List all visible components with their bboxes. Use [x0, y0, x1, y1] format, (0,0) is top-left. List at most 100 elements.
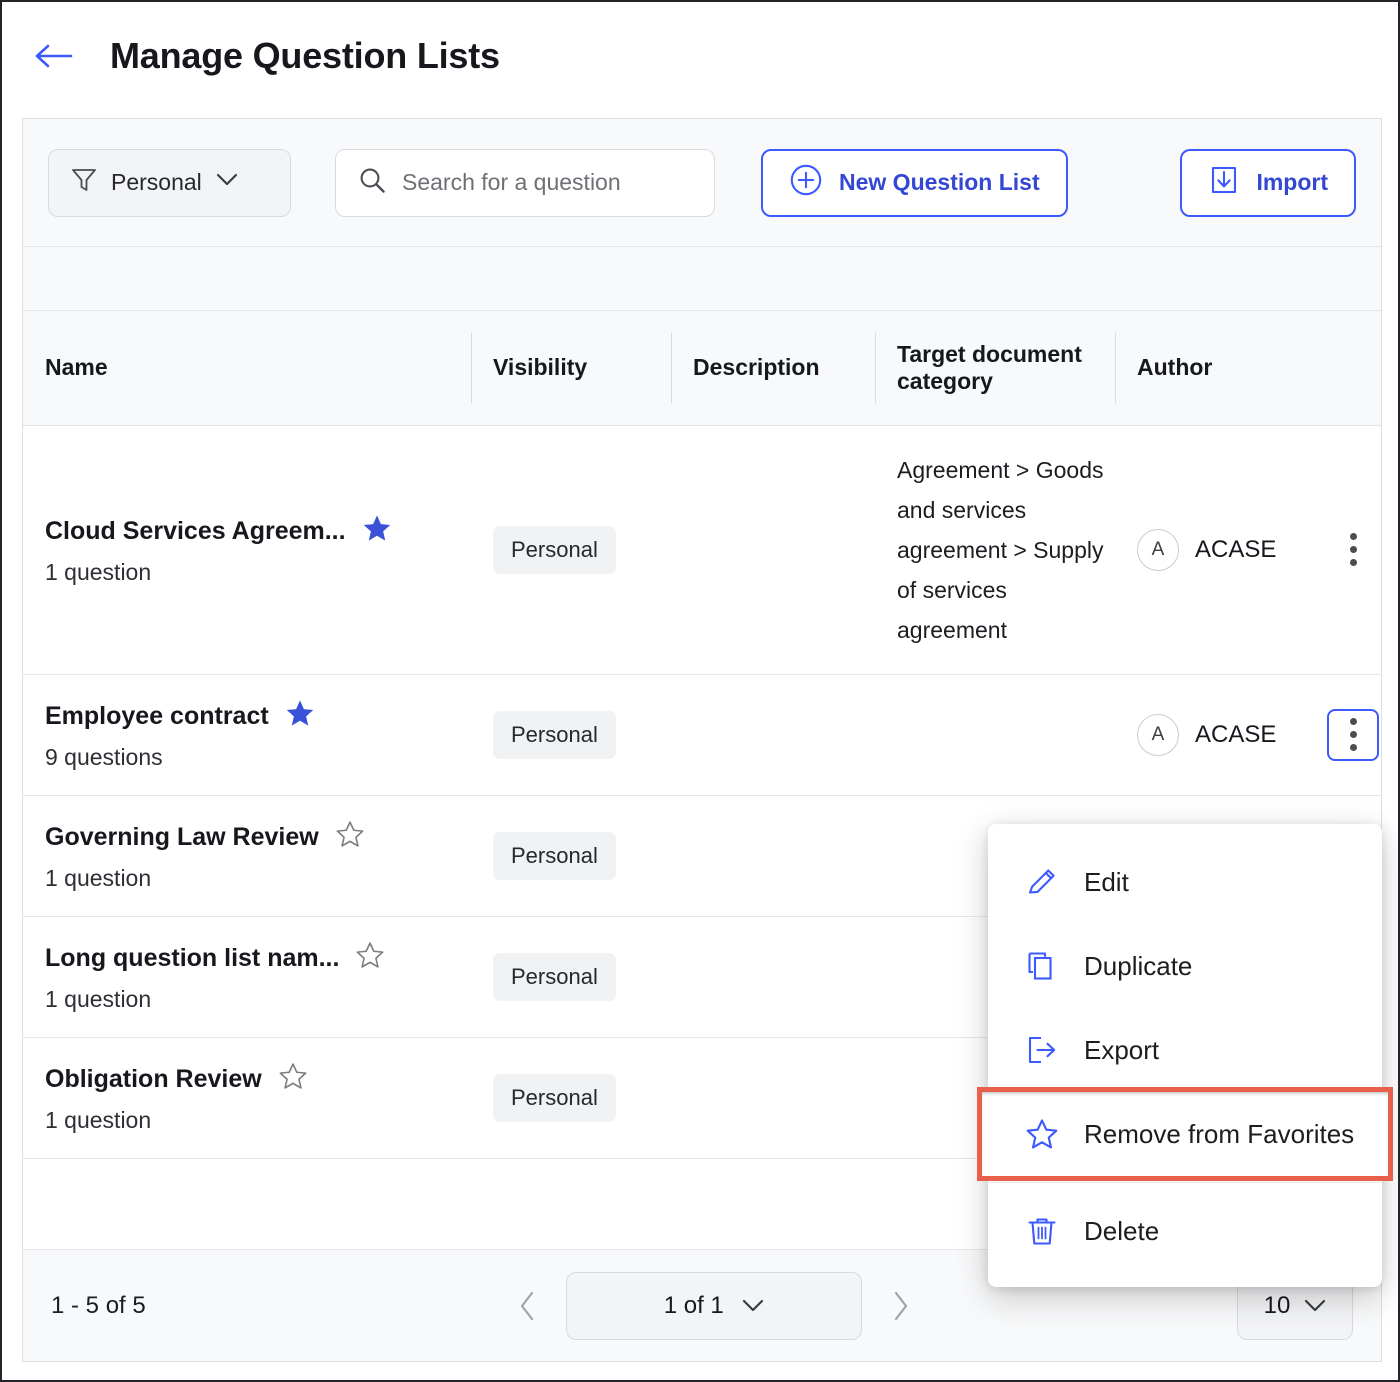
menu-item-label: Delete: [1084, 1216, 1159, 1247]
secondary-toolbar-strip: [23, 247, 1381, 311]
page-size-label: 10: [1264, 1292, 1291, 1320]
new-question-list-button[interactable]: New Question List: [761, 149, 1068, 217]
star-outline-icon[interactable]: [355, 941, 385, 976]
target-category-text: Agreement > Goods and services agreement…: [897, 450, 1115, 650]
row-question-count: 1 question: [45, 986, 471, 1013]
duplicate-icon: [1022, 949, 1062, 983]
menu-item-label: Duplicate: [1084, 951, 1192, 982]
filter-label: Personal: [111, 169, 202, 196]
manage-question-lists-page: Manage Question Lists Personal: [0, 0, 1400, 1382]
menu-divider: [988, 1182, 1382, 1183]
cell-name: Long question list nam... 1 question: [23, 916, 471, 1037]
cell-description: [671, 674, 875, 795]
cell-visibility: Personal: [471, 795, 671, 916]
menu-item-edit[interactable]: Edit: [988, 840, 1382, 924]
menu-item-label: Remove from Favorites: [1084, 1119, 1354, 1150]
plus-circle-icon: [789, 163, 823, 203]
chevron-right-icon[interactable]: [876, 1281, 926, 1331]
cell-visibility: Personal: [471, 1037, 671, 1158]
row-question-count: 9 questions: [45, 744, 471, 771]
funnel-icon: [71, 166, 97, 199]
cell-visibility: Personal: [471, 674, 671, 795]
back-arrow-icon[interactable]: [30, 33, 76, 79]
cell-author: A ACASE: [1115, 425, 1305, 674]
star-outline-icon: [1022, 1118, 1062, 1151]
author-name: ACASE: [1195, 536, 1276, 564]
chevron-down-icon: [216, 173, 238, 192]
chevron-down-icon: [1304, 1292, 1326, 1320]
cell-name: Obligation Review 1 question: [23, 1037, 471, 1158]
filter-dropdown[interactable]: Personal: [48, 149, 291, 217]
page-header: Manage Question Lists: [2, 2, 1398, 110]
export-icon: [1022, 1033, 1062, 1067]
menu-item-label: Export: [1084, 1035, 1159, 1066]
visibility-chip: Personal: [493, 1074, 616, 1122]
search-icon: [358, 166, 386, 199]
star-outline-icon[interactable]: [278, 1062, 308, 1097]
page-title: Manage Question Lists: [110, 35, 500, 77]
import-download-icon: [1208, 163, 1240, 203]
star-filled-icon[interactable]: [285, 699, 315, 734]
row-question-count: 1 question: [45, 1107, 471, 1134]
cell-description: [671, 425, 875, 674]
search-input[interactable]: Search for a question: [335, 149, 715, 217]
table-row[interactable]: Cloud Services Agreem... 1 question Pers…: [23, 425, 1381, 674]
cell-author: A ACASE: [1115, 674, 1305, 795]
cell-name: Governing Law Review 1 question: [23, 795, 471, 916]
row-name[interactable]: Long question list nam...: [45, 944, 339, 973]
toolbar: Personal Search for a question: [23, 119, 1381, 247]
import-button[interactable]: Import: [1180, 149, 1356, 217]
column-header-author[interactable]: Author: [1115, 311, 1305, 425]
visibility-chip: Personal: [493, 953, 616, 1001]
pencil-icon: [1022, 865, 1062, 899]
cell-actions: [1305, 674, 1381, 795]
avatar: A: [1137, 714, 1179, 756]
cell-description: [671, 1037, 875, 1158]
page-number-label: 1 of 1: [664, 1292, 724, 1320]
column-header-name[interactable]: Name: [23, 311, 471, 425]
chevron-down-icon: [742, 1292, 764, 1320]
cell-description: [671, 916, 875, 1037]
visibility-chip: Personal: [493, 711, 616, 759]
menu-item-remove-from-favorites[interactable]: Remove from Favorites: [982, 1092, 1388, 1176]
pagination-controls: 1 of 1: [502, 1272, 926, 1340]
visibility-chip: Personal: [493, 526, 616, 574]
column-header-target-document-category[interactable]: Target document category: [875, 311, 1115, 425]
menu-item-duplicate[interactable]: Duplicate: [988, 924, 1382, 1008]
author-name: ACASE: [1195, 721, 1276, 749]
cell-visibility: Personal: [471, 425, 671, 674]
row-context-menu: Edit Duplicate Export: [988, 824, 1382, 1287]
table-header-row: Name Visibility Description Target docum…: [23, 311, 1381, 425]
new-question-list-label: New Question List: [839, 169, 1040, 196]
cell-target-category: [875, 674, 1115, 795]
row-actions-menu-button-active[interactable]: [1327, 709, 1379, 761]
import-label: Import: [1256, 169, 1328, 196]
column-header-actions: [1305, 311, 1381, 425]
result-range-text: 1 - 5 of 5: [51, 1292, 146, 1320]
column-header-visibility[interactable]: Visibility: [471, 311, 671, 425]
menu-item-label: Edit: [1084, 867, 1129, 898]
page-number-select[interactable]: 1 of 1: [566, 1272, 862, 1340]
cell-name: Employee contract 9 questions: [23, 674, 471, 795]
menu-item-export[interactable]: Export: [988, 1008, 1382, 1092]
cell-name: Cloud Services Agreem... 1 question: [23, 425, 471, 674]
column-header-description[interactable]: Description: [671, 311, 875, 425]
trash-icon: [1022, 1214, 1062, 1248]
row-name[interactable]: Governing Law Review: [45, 823, 319, 852]
star-outline-icon[interactable]: [335, 820, 365, 855]
cell-target-category: Agreement > Goods and services agreement…: [875, 425, 1115, 674]
table-row[interactable]: Employee contract 9 questions Personal: [23, 674, 1381, 795]
row-name[interactable]: Employee contract: [45, 702, 269, 731]
row-question-count: 1 question: [45, 559, 471, 586]
cell-actions: [1305, 425, 1381, 674]
row-actions-menu-button[interactable]: [1327, 524, 1379, 576]
row-question-count: 1 question: [45, 865, 471, 892]
row-name[interactable]: Cloud Services Agreem...: [45, 517, 346, 546]
cell-description: [671, 795, 875, 916]
chevron-left-icon[interactable]: [502, 1281, 552, 1331]
star-filled-icon[interactable]: [362, 514, 392, 549]
row-name[interactable]: Obligation Review: [45, 1065, 262, 1094]
menu-item-delete[interactable]: Delete: [988, 1189, 1382, 1273]
visibility-chip: Personal: [493, 832, 616, 880]
avatar: A: [1137, 529, 1179, 571]
